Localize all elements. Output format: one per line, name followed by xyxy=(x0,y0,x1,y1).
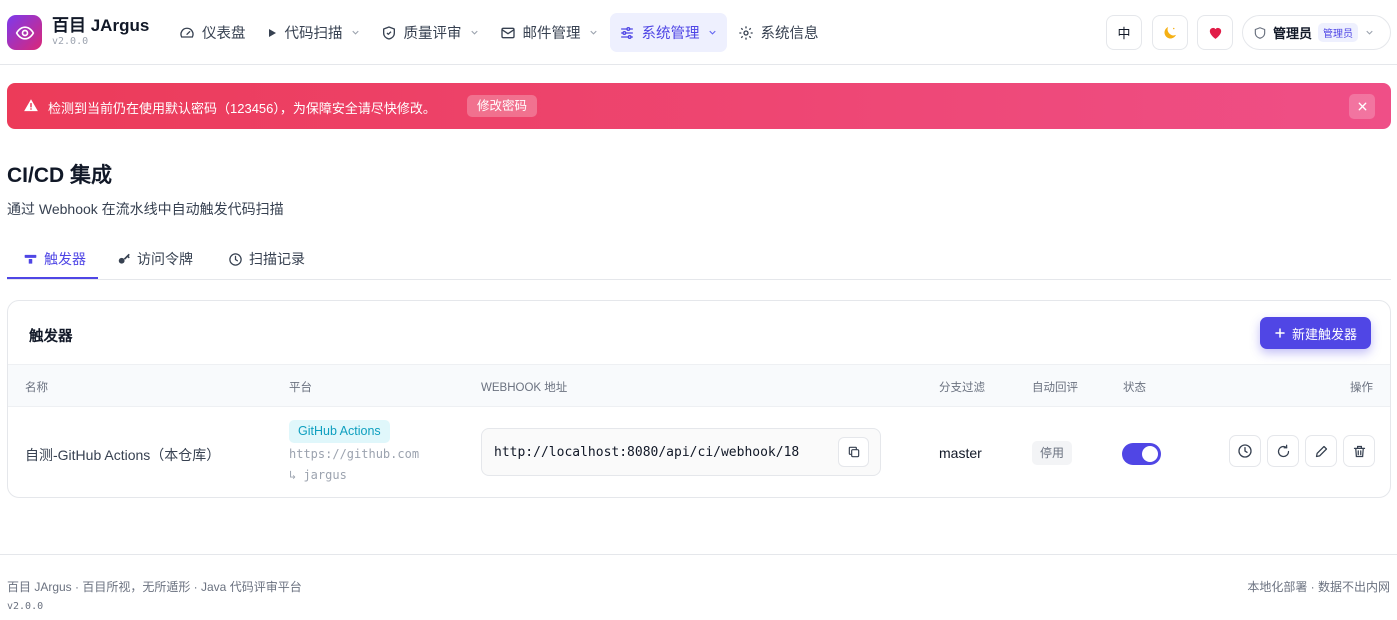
triggers-card: 触发器 新建触发器 名称 平台 WEBHOOK 地址 分支过滤 自动回评 状态 … xyxy=(7,300,1391,498)
nav-item-code-scan[interactable]: 代码扫描 xyxy=(257,13,370,52)
platform-badge: GitHub Actions xyxy=(289,420,390,443)
refresh-icon xyxy=(1277,444,1289,457)
copy-webhook-button[interactable] xyxy=(838,437,869,467)
repo-name: ↳ jargus xyxy=(289,468,347,482)
tab-label: 触发器 xyxy=(44,251,86,267)
top-header: 百目 JArgus v2.0.0 仪表盘 代码扫描 质量评审 邮件管理 系统管理 xyxy=(0,0,1397,65)
gear-icon xyxy=(738,25,753,40)
new-trigger-button[interactable]: 新建触发器 xyxy=(1260,317,1371,349)
play-icon xyxy=(268,28,276,37)
nav-item-dashboard[interactable]: 仪表盘 xyxy=(170,13,255,52)
tab-triggers[interactable]: 触发器 xyxy=(23,238,86,280)
footer-deployment: 本地化部署 · 数据不出内网 xyxy=(1247,580,1390,594)
nav-label: 仪表盘 xyxy=(202,26,246,42)
user-menu[interactable]: 管理员 管理员 xyxy=(1242,15,1391,50)
theme-toggle-button[interactable] xyxy=(1152,15,1188,50)
nav-item-mail[interactable]: 邮件管理 xyxy=(491,13,608,52)
tab-bar: 触发器 访问令牌 扫描记录 xyxy=(7,238,1391,280)
trigger-icon xyxy=(24,254,37,264)
brand-name: 百目 JArgus xyxy=(52,16,150,35)
col-webhook: WEBHOOK 地址 xyxy=(481,382,568,394)
page-subtitle: 通过 Webhook 在流水线中自动触发代码扫描 xyxy=(7,201,284,217)
col-actions: 操作 xyxy=(1350,382,1373,394)
table-row: 自测-GitHub Actions（本仓库） GitHub Actions ht… xyxy=(8,407,1390,497)
chevron-down-icon xyxy=(470,30,478,35)
col-branch-filter: 分支过滤 xyxy=(939,382,985,394)
clock-icon xyxy=(229,252,242,266)
alert-message: 检测到当前仍在使用默认密码（123456），为保障安全请尽快修改。 xyxy=(48,101,436,116)
nav-label: 代码扫描 xyxy=(284,26,343,42)
card-title: 触发器 xyxy=(29,329,73,345)
webhook-url: http://localhost:8080/api/ci/webhook/18 xyxy=(494,445,800,460)
mail-icon xyxy=(500,27,515,38)
toggle-knob xyxy=(1142,446,1158,462)
alert-close-button[interactable] xyxy=(1349,94,1375,119)
sliders-icon xyxy=(620,26,633,39)
close-icon xyxy=(1358,102,1366,111)
shield-icon xyxy=(1254,26,1266,39)
chevron-down-icon xyxy=(1366,30,1373,35)
status-toggle[interactable] xyxy=(1122,443,1161,465)
trash-icon xyxy=(1353,445,1365,457)
footer: 百目 JArgus · 百目所视，无所遁形 · Java 代码评审平台 v2.0… xyxy=(0,554,1397,620)
footer-tagline: 百目 JArgus · 百目所视，无所遁形 · Java 代码评审平台 xyxy=(7,580,302,594)
copy-icon xyxy=(848,446,859,458)
table-header: 名称 平台 WEBHOOK 地址 分支过滤 自动回评 状态 操作 xyxy=(8,364,1390,407)
trigger-name: 自测-GitHub Actions（本仓库） xyxy=(25,447,221,463)
heart-icon xyxy=(1209,27,1221,39)
footer-version: v2.0.0 xyxy=(7,601,44,612)
nav-label: 质量评审 xyxy=(403,26,462,42)
warning-icon xyxy=(24,99,38,112)
auto-review-badge: 停用 xyxy=(1032,441,1073,465)
active-tab-indicator xyxy=(7,277,98,279)
language-label: 中 xyxy=(1117,26,1131,41)
key-icon xyxy=(118,253,130,264)
clock-icon xyxy=(1238,444,1252,458)
plus-icon xyxy=(1275,328,1285,338)
pencil-icon xyxy=(1315,445,1327,457)
nav-item-quality-review[interactable]: 质量评审 xyxy=(372,13,489,52)
webhook-url-box: http://localhost:8080/api/ci/webhook/18 xyxy=(481,428,881,476)
shield-icon xyxy=(382,25,395,40)
col-status: 状态 xyxy=(1123,382,1146,394)
new-trigger-label: 新建触发器 xyxy=(1291,326,1357,342)
chevron-down-icon xyxy=(589,30,597,35)
page-title: CI/CD 集成 xyxy=(7,164,112,187)
nav-item-system-info[interactable]: 系统信息 xyxy=(729,13,828,52)
moon-icon xyxy=(1164,26,1176,39)
nav-item-system-admin[interactable]: 系统管理 xyxy=(609,13,727,52)
delete-button[interactable] xyxy=(1343,435,1375,467)
app-logo[interactable] xyxy=(7,15,42,50)
chevron-down-icon xyxy=(351,30,359,35)
tab-scan-records[interactable]: 扫描记录 xyxy=(228,238,305,280)
brand: 百目 JArgus v2.0.0 xyxy=(52,16,149,48)
main-nav: 仪表盘 代码扫描 质量评审 邮件管理 系统管理 系统信息 xyxy=(170,13,828,52)
history-button[interactable] xyxy=(1229,435,1261,467)
chevron-down-icon xyxy=(708,30,716,35)
col-auto-review: 自动回评 xyxy=(1032,382,1078,394)
change-password-button[interactable]: 修改密码 xyxy=(467,95,538,117)
user-name: 管理员 xyxy=(1273,26,1313,41)
rerun-button[interactable] xyxy=(1267,435,1299,467)
nav-label: 系统信息 xyxy=(760,26,819,42)
edit-button[interactable] xyxy=(1305,435,1337,467)
tab-label: 访问令牌 xyxy=(137,251,193,267)
brand-version: v2.0.0 xyxy=(52,36,89,47)
gauge-icon xyxy=(180,27,194,38)
nav-label: 系统管理 xyxy=(641,26,700,42)
language-button[interactable]: 中 xyxy=(1106,15,1142,50)
nav-label: 邮件管理 xyxy=(522,26,581,42)
col-platform: 平台 xyxy=(289,382,312,394)
branch-filter: master xyxy=(939,445,982,461)
eye-icon xyxy=(15,25,34,40)
repo-url: https://github.com xyxy=(289,447,420,461)
tab-label: 扫描记录 xyxy=(249,251,305,267)
default-password-alert: 检测到当前仍在使用默认密码（123456），为保障安全请尽快修改。 修改密码 xyxy=(7,83,1391,129)
col-name: 名称 xyxy=(25,382,48,394)
favorite-button[interactable] xyxy=(1197,15,1233,50)
role-badge: 管理员 xyxy=(1318,23,1359,42)
tab-access-tokens[interactable]: 访问令牌 xyxy=(117,238,193,280)
